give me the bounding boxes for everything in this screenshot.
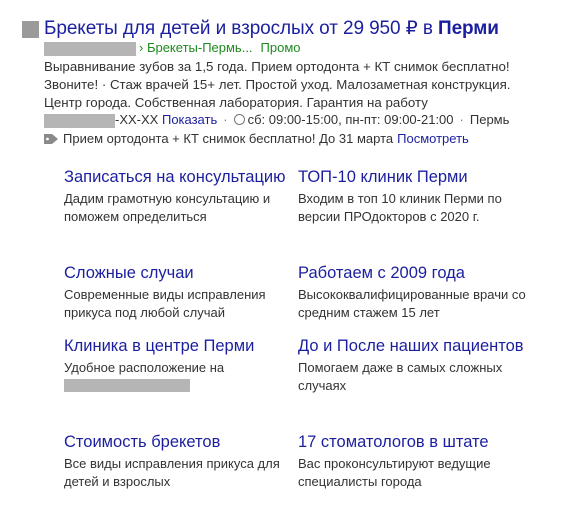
sitelink-desc: Современные виды исправления прикуса под… <box>64 287 266 320</box>
ad-title-text: Брекеты для детей и взрослых от 29 950 ₽… <box>44 18 439 39</box>
sitelink-consultation[interactable]: Записаться на консультацию Дадим грамотн… <box>64 167 292 226</box>
redacted-domain <box>44 41 136 56</box>
sitelink-title[interactable]: ТОП-10 клиник Перми <box>298 167 526 188</box>
sitelink-title[interactable]: До и После наших пациентов <box>298 336 526 357</box>
ad-url-path[interactable]: › Брекеты-Пермь... <box>139 40 253 55</box>
separator-dot: · <box>459 112 464 127</box>
sitelink-before-after[interactable]: До и После наших пациентов Помогаем даже… <box>298 336 526 395</box>
sitelink-complex-cases[interactable]: Сложные случаи Современные виды исправле… <box>64 263 292 322</box>
phone-suffix: -XX-XX <box>115 112 159 127</box>
tag-icon <box>44 134 58 144</box>
sitelink-title[interactable]: 17 стоматологов в штате <box>298 432 526 453</box>
sitelink-title[interactable]: Клиника в центре Перми <box>64 336 292 357</box>
redacted-address <box>64 379 190 392</box>
ad-title-city: Перми <box>438 18 499 39</box>
sitelink-center-clinic[interactable]: Клиника в центре Перми Удобное расположе… <box>64 336 292 392</box>
offer-row: Прием ортодонта + КТ снимок бесплатно! Д… <box>44 131 469 146</box>
sitelink-desc-wrap: Удобное расположение на <box>64 359 292 392</box>
ad-url-row: › Брекеты-Пермь... Промо <box>44 40 301 56</box>
sitelink-desc: Помогаем даже в самых сложных случаях <box>298 360 503 393</box>
sitelink-title[interactable]: Сложные случаи <box>64 263 292 284</box>
city-label[interactable]: Пермь <box>470 112 510 127</box>
sitelink-title[interactable]: Записаться на консультацию <box>64 167 292 188</box>
sitelink-title[interactable]: Работаем с 2009 года <box>298 263 526 284</box>
sitelink-desc: Удобное расположение на <box>64 360 225 375</box>
offer-text: Прием ортодонта + КТ снимок бесплатно! Д… <box>63 131 394 146</box>
sitelink-since-2009[interactable]: Работаем с 2009 года Высококвалифицирова… <box>298 263 526 322</box>
sitelink-title[interactable]: Стоимость брекетов <box>64 432 292 453</box>
sitelink-desc: Все виды исправления прикуса для детей и… <box>64 456 280 489</box>
working-hours: сб: 09:00-15:00, пн-пт: 09:00-21:00 <box>247 112 454 127</box>
site-favicon <box>22 21 39 38</box>
show-phone-link[interactable]: Показать <box>162 112 217 127</box>
sitelink-desc: Вас проконсультируют ведущие специалисты… <box>298 456 491 489</box>
sitelink-desc: Высококвалифицированные врачи со средним… <box>298 287 526 320</box>
sitelink-17-dentists[interactable]: 17 стоматологов в штате Вас проконсульти… <box>298 432 526 491</box>
sitelink-top10[interactable]: ТОП-10 клиник Перми Входим в топ 10 клин… <box>298 167 526 226</box>
ad-contacts-row: -XX-XX Показать · сб: 09:00-15:00, пн-пт: … <box>44 112 509 128</box>
redacted-phone <box>44 113 115 128</box>
ad-description: Выравнивание зубов за 1,5 года. Прием ор… <box>44 59 511 110</box>
sitelink-desc: Дадим грамотную консультацию и поможем о… <box>64 191 271 224</box>
ad-title-link[interactable]: Брекеты для детей и взрослых от 29 950 ₽… <box>44 17 499 40</box>
sitelink-desc: Входим в топ 10 клиник Перми по версии П… <box>298 191 502 224</box>
clock-icon <box>233 114 245 125</box>
separator-dot: · <box>223 112 228 127</box>
promo-label: Промо <box>260 40 301 55</box>
offer-view-link[interactable]: Посмотреть <box>397 131 469 146</box>
sitelink-braces-price[interactable]: Стоимость брекетов Все виды исправления … <box>64 432 292 491</box>
